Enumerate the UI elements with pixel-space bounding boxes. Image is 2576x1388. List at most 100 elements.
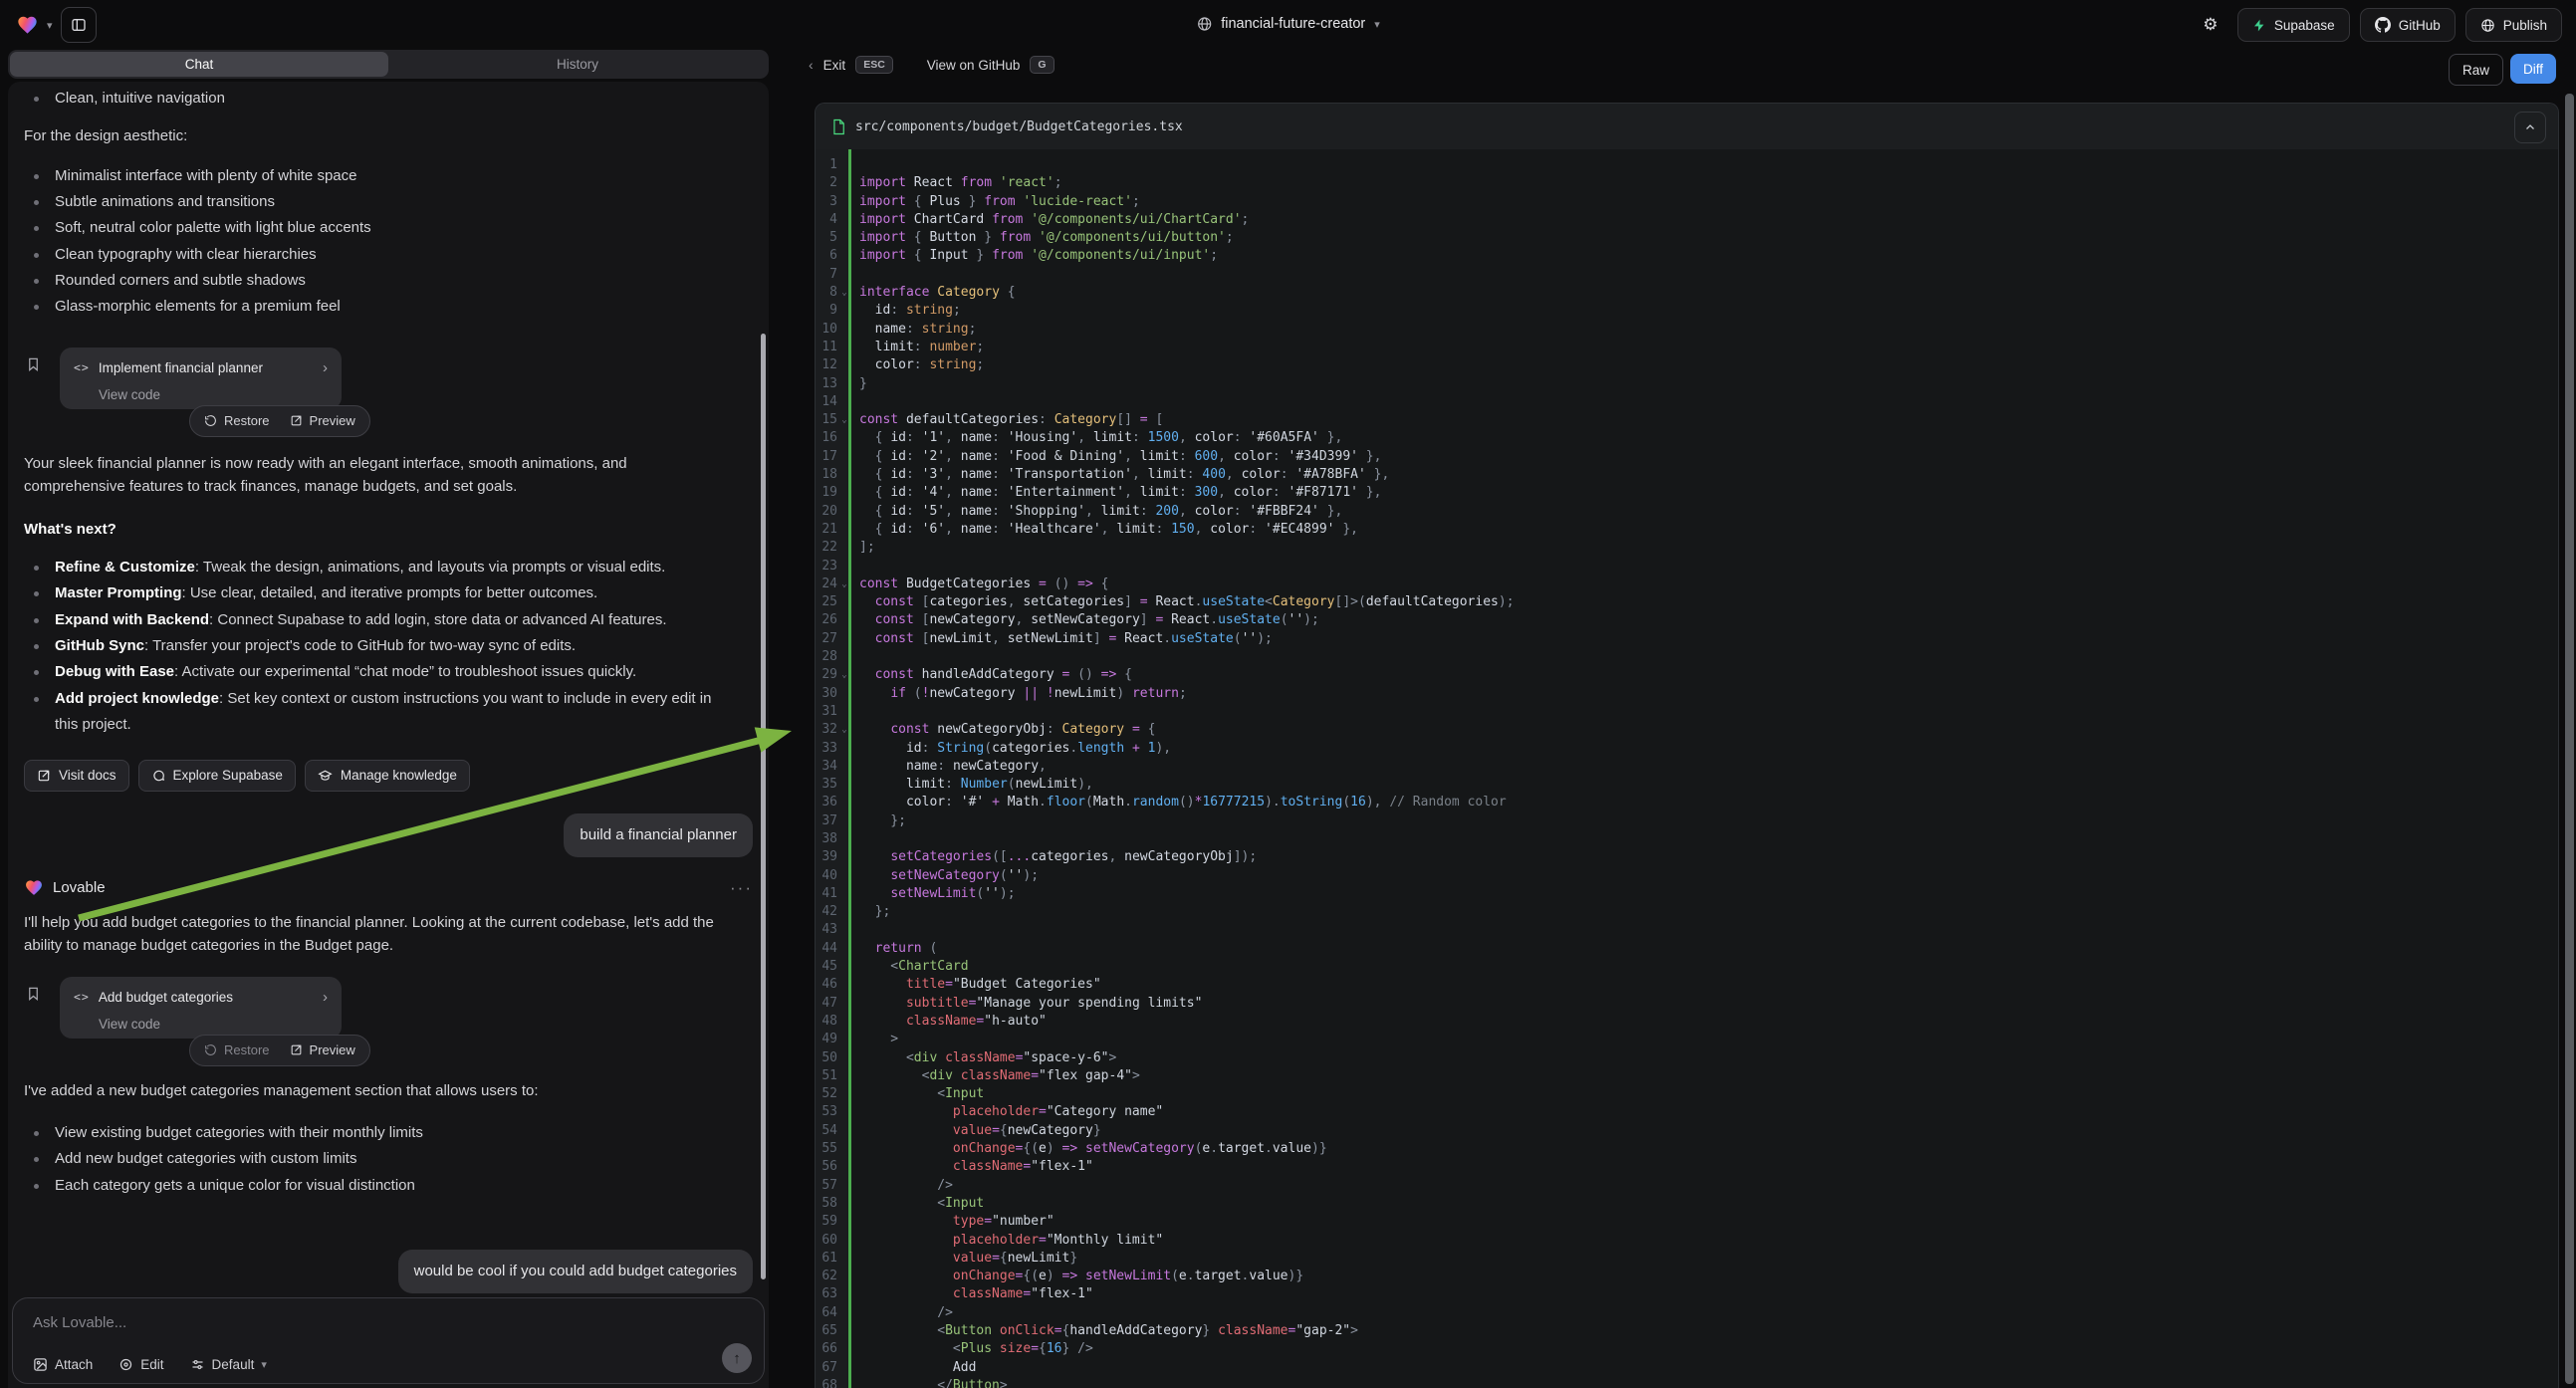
edit-button[interactable]: Edit: [118, 1357, 163, 1372]
code-line: 61 value={newLimit}: [816, 1250, 2558, 1268]
code-line: 16 { id: '1', name: 'Housing', limit: 15…: [816, 429, 2558, 447]
message-more-button[interactable]: ···: [730, 876, 753, 900]
code-line: 37 };: [816, 812, 2558, 830]
code-line: 35 limit: Number(newLimit),: [816, 776, 2558, 794]
graduation-cap-icon: [318, 769, 333, 783]
lovable-logo-icon[interactable]: [16, 14, 39, 36]
g-keycap: G: [1030, 56, 1054, 74]
external-link-icon: [37, 769, 51, 783]
bookmark-icon[interactable]: [26, 985, 41, 1003]
whats-next-heading: What's next?: [24, 518, 753, 542]
code-line: 57 />: [816, 1177, 2558, 1195]
list-item: Clean typography with clear hierarchies: [24, 242, 753, 268]
list-item: Master Prompting: Use clear, detailed, a…: [24, 580, 737, 606]
code-line: 34 name: newCategory,: [816, 758, 2558, 776]
list-item: Each category gets a unique color for vi…: [24, 1173, 753, 1199]
collapse-file-button[interactable]: [2514, 112, 2546, 143]
bookmark-icon[interactable]: [26, 355, 41, 373]
chevron-right-icon[interactable]: ›: [323, 356, 328, 380]
code-line: 54 value={newCategory}: [816, 1122, 2558, 1140]
github-button[interactable]: GitHub: [2360, 8, 2456, 42]
code-line: 48 className="h-auto": [816, 1013, 2558, 1031]
code-line: 40 setNewCategory('');: [816, 867, 2558, 885]
publish-button[interactable]: Publish: [2465, 8, 2562, 42]
quick-actions: Visit docs Explore Supabase Manage knowl…: [24, 760, 753, 792]
code-line: 20 { id: '5', name: 'Shopping', limit: 2…: [816, 503, 2558, 521]
window-scrollbar[interactable]: [2565, 94, 2574, 1384]
code-line: 4import ChartCard from '@/components/ui/…: [816, 211, 2558, 229]
file-header[interactable]: src/components/budget/BudgetCategories.t…: [816, 104, 2558, 150]
chat-bubble-icon: [151, 769, 165, 783]
code-line: 12 color: string;: [816, 356, 2558, 374]
composer-placeholder[interactable]: Ask Lovable...: [33, 1314, 126, 1331]
sidebar-toggle-button[interactable]: [61, 7, 97, 43]
sliders-icon: [190, 1357, 205, 1372]
tab-chat[interactable]: Chat: [10, 52, 388, 77]
code-line: 53 placeholder="Category name": [816, 1103, 2558, 1121]
code-line: 7: [816, 266, 2558, 284]
project-name[interactable]: financial-future-creator: [1221, 16, 1365, 32]
code-line: 22];: [816, 539, 2558, 557]
assistant-paragraph: I've added a new budget categories manag…: [24, 1079, 753, 1103]
logo-chevron-down-icon[interactable]: ▾: [47, 19, 53, 32]
file-diff-card: src/components/budget/BudgetCategories.t…: [815, 103, 2559, 1388]
chat-scrollbar[interactable]: [761, 334, 766, 1279]
supabase-button[interactable]: Supabase: [2237, 8, 2350, 42]
settings-gear-button[interactable]: ⚙: [2194, 8, 2227, 42]
code-line: 41 setNewLimit('');: [816, 885, 2558, 903]
code-line: 45 <ChartCard: [816, 958, 2558, 976]
restore-icon: [204, 414, 217, 427]
code-line: 9 id: string;: [816, 302, 2558, 320]
chevron-right-icon[interactable]: ›: [323, 986, 328, 1010]
feature-list-partial: Clean, intuitive navigation: [24, 86, 753, 112]
code-icon: <>: [74, 356, 90, 380]
code-line: 62 onChange={(e) => setNewLimit(e.target…: [816, 1268, 2558, 1285]
code-line: 26 const [newCategory, setNewCategory] =…: [816, 611, 2558, 629]
code-line: 64 />: [816, 1304, 2558, 1322]
version-card-implement-financial-planner: <> Implement financial planner › View co…: [60, 347, 342, 409]
project-chevron-down-icon[interactable]: ▾: [1374, 18, 1380, 31]
restore-button[interactable]: Restore: [204, 1039, 270, 1062]
tips-list: Refine & Customize: Tweak the design, an…: [24, 555, 737, 738]
chat-history-tabs: Chat History: [8, 50, 769, 79]
composer[interactable]: Ask Lovable... Attach Edit Default ▾ ↑: [12, 1297, 765, 1384]
mode-select[interactable]: Default ▾: [190, 1357, 267, 1372]
send-button[interactable]: ↑: [722, 1343, 752, 1373]
view-on-github-button[interactable]: View on GitHub: [927, 58, 1021, 73]
list-item: Glass-morphic elements for a premium fee…: [24, 294, 753, 320]
explore-supabase-button[interactable]: Explore Supabase: [138, 760, 296, 792]
external-link-icon: [290, 414, 303, 427]
restore-button[interactable]: Restore: [204, 409, 270, 433]
code-line: 14: [816, 393, 2558, 411]
design-aesthetic-heading: For the design aesthetic:: [24, 124, 753, 148]
code-line: 42 };: [816, 903, 2558, 921]
code-line: 29⌄ const handleAddCategory = () => {: [816, 666, 2558, 684]
raw-toggle-button[interactable]: Raw: [2449, 54, 2503, 86]
restore-preview-toolbar: Restore Preview: [189, 1035, 370, 1066]
code-line: 1: [816, 156, 2558, 174]
list-item: Subtle animations and transitions: [24, 189, 753, 215]
list-item: Refine & Customize: Tweak the design, an…: [24, 555, 737, 580]
list-item: Minimalist interface with plenty of whit…: [24, 163, 753, 189]
version-card-add-budget-categories: <> Add budget categories › View code Res…: [60, 977, 342, 1039]
code-line: 47 subtitle="Manage your spending limits…: [816, 995, 2558, 1013]
attach-button[interactable]: Attach: [33, 1357, 93, 1372]
manage-knowledge-button[interactable]: Manage knowledge: [305, 760, 470, 792]
tab-history[interactable]: History: [388, 52, 767, 77]
preview-button[interactable]: Preview: [290, 409, 355, 433]
visit-docs-button[interactable]: Visit docs: [24, 760, 129, 792]
view-code-link[interactable]: View code: [99, 1013, 328, 1037]
preview-button[interactable]: Preview: [290, 1039, 355, 1062]
user-message: build a financial planner: [564, 813, 753, 857]
diff-toggle-button[interactable]: Diff: [2510, 54, 2556, 84]
globe-icon: [1196, 16, 1212, 32]
top-bar: ▾ financial-future-creator ▾ ⚙ S: [0, 0, 2576, 48]
code-line: 36 color: '#' + Math.floor(Math.random()…: [816, 794, 2558, 811]
list-item: Debug with Ease: Activate our experiment…: [24, 659, 737, 685]
code-line: 46 title="Budget Categories": [816, 976, 2558, 994]
exit-button[interactable]: Exit: [823, 58, 846, 73]
code-editor[interactable]: 12import React from 'react';3import { Pl…: [816, 149, 2558, 1388]
back-chevron-icon[interactable]: ‹: [809, 57, 814, 73]
code-line: 52 <Input: [816, 1085, 2558, 1103]
view-code-link[interactable]: View code: [99, 383, 328, 407]
